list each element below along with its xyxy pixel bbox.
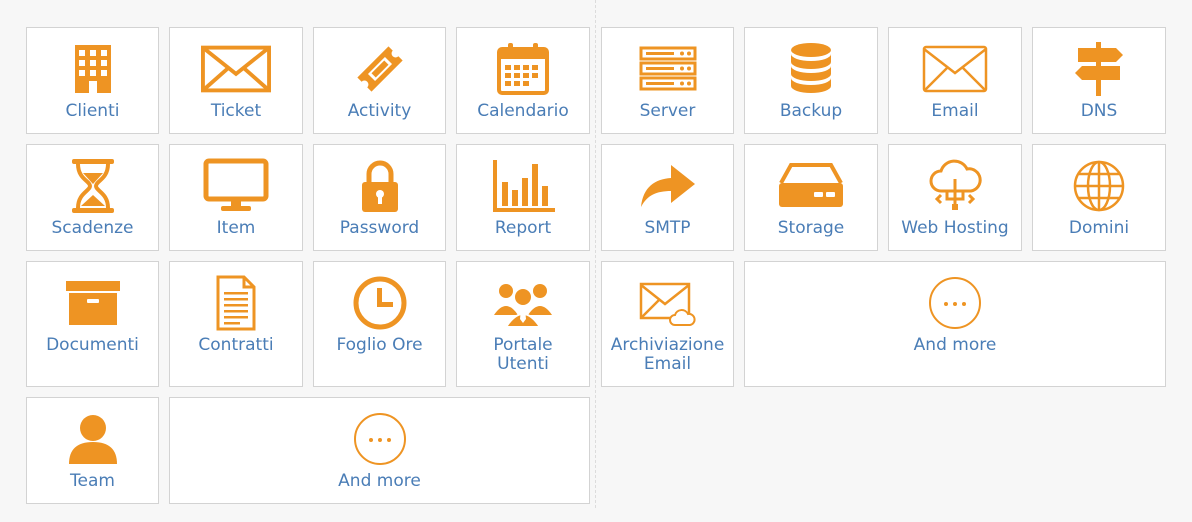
tile-clienti[interactable]: Clienti [26,27,159,134]
tile-label: Foglio Ore [336,335,423,355]
clock-icon [345,272,415,334]
tile-label: Report [494,218,552,238]
tile-dns[interactable]: DNS [1032,27,1166,134]
tile-label: Domini [1068,218,1130,238]
tile-and-more-left[interactable]: And more [169,397,590,504]
more-dots-icon [920,272,990,334]
tile-label: Scadenze [51,218,134,238]
share-arrow-icon [633,155,703,217]
tile-label: Clienti [65,101,120,121]
tile-label: Portale Utenti [493,335,553,374]
tile-label: And more [913,335,997,355]
tile-portale-utenti[interactable]: Portale Utenti [456,261,590,387]
email-cloud-icon [633,272,703,334]
archive-box-icon [58,272,128,334]
tile-backup[interactable]: Backup [744,27,878,134]
users-group-icon [488,272,558,334]
calendar-icon [488,38,558,100]
tile-foglio-ore[interactable]: Foglio Ore [313,261,446,387]
ticket-icon [345,38,415,100]
tile-label: Team [70,471,115,491]
tile-item[interactable]: Item [169,144,303,251]
tile-label: Calendario [477,101,569,121]
hard-drive-icon [776,155,846,217]
tile-label: Password [339,218,420,238]
tile-smtp[interactable]: SMTP [601,144,734,251]
envelope-icon [920,38,990,100]
hourglass-icon [58,155,128,217]
tile-scadenze[interactable]: Scadenze [26,144,159,251]
tile-label: Item [216,218,256,238]
more-dots-icon [345,408,415,470]
tile-documenti[interactable]: Documenti [26,261,159,387]
monitor-icon [201,155,271,217]
building-icon [58,38,128,100]
tile-label: And more [338,471,421,491]
document-icon [201,272,271,334]
tile-label: Archiviazione Email [610,335,725,374]
tile-email[interactable]: Email [888,27,1022,134]
tile-label: Contratti [198,335,274,355]
tile-label: Web Hosting [901,218,1009,238]
tile-storage[interactable]: Storage [744,144,878,251]
tile-domini[interactable]: Domini [1032,144,1166,251]
padlock-icon [345,155,415,217]
tile-web-hosting[interactable]: Web Hosting [888,144,1022,251]
tile-label: SMTP [644,218,691,238]
tile-report[interactable]: Report [456,144,590,251]
tile-label: Server [639,101,696,121]
tile-password[interactable]: Password [313,144,446,251]
tile-ticket[interactable]: Ticket [169,27,303,134]
tile-team[interactable]: Team [26,397,159,504]
tile-archiviazione-email[interactable]: Archiviazione Email [601,261,734,387]
server-rack-icon [633,38,703,100]
envelope-icon [201,38,271,100]
tile-calendario[interactable]: Calendario [456,27,590,134]
tile-label: Activity [347,101,412,121]
bar-chart-icon [488,155,558,217]
signpost-icon [1064,38,1134,100]
tile-label: Ticket [210,101,262,121]
tile-and-more-right[interactable]: And more [744,261,1166,387]
tile-activity[interactable]: Activity [313,27,446,134]
tile-label: Documenti [46,335,139,355]
globe-icon [1064,155,1134,217]
group-divider [595,0,596,508]
tile-server[interactable]: Server [601,27,734,134]
tile-label: DNS [1080,101,1118,121]
cloud-network-icon [920,155,990,217]
tile-label: Backup [779,101,843,121]
database-icon [776,38,846,100]
tile-label: Email [931,101,979,121]
user-icon [58,408,128,470]
tile-label: Storage [777,218,845,238]
tile-contratti[interactable]: Contratti [169,261,303,387]
